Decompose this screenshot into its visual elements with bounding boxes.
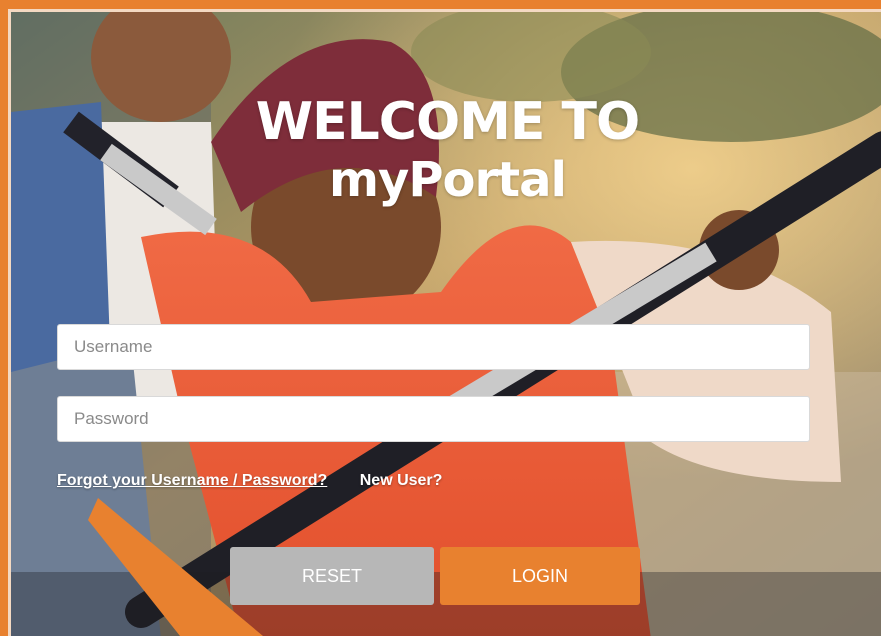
login-button[interactable]: LOGIN: [440, 547, 640, 605]
account-links: Forgot your Username / Password? New Use…: [57, 472, 442, 490]
login-panel: WELCOME TO myPortal Forgot your Username…: [8, 9, 881, 636]
password-input[interactable]: [57, 396, 810, 442]
username-input[interactable]: [57, 324, 810, 370]
welcome-title-line1: WELCOME TO: [255, 92, 640, 152]
welcome-title-line2: myPortal: [329, 152, 567, 208]
forgot-credentials-link[interactable]: Forgot your Username / Password?: [57, 472, 327, 489]
reset-button[interactable]: RESET: [230, 547, 434, 605]
new-user-link[interactable]: New User?: [360, 472, 443, 489]
